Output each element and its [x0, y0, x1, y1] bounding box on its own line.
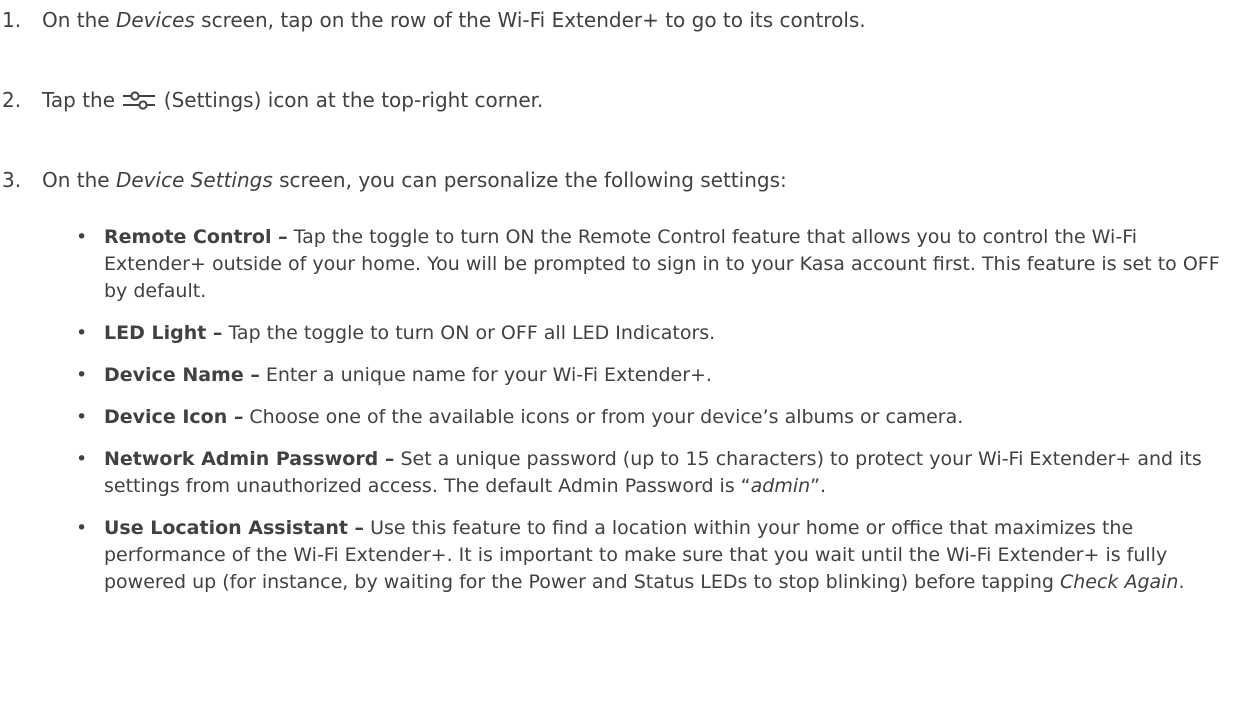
list-item-remote-control: • Remote Control – Tap the toggle to tur… [0, 224, 1233, 305]
list-item-network-admin-password: • Network Admin Password – Set a unique … [76, 448, 1202, 497]
step-number: 2. [2, 88, 22, 112]
devices-screen-name: Devices [115, 8, 195, 32]
list-item-led-light: • LED Light – Tap the toggle to turn ON … [0, 320, 1233, 347]
list-item-device-icon: • Device Icon – Choose one of the availa… [0, 404, 1233, 431]
list-item-device-name: • Device Name – Enter a unique name for … [0, 362, 1233, 389]
bullet-marker: • [76, 448, 88, 470]
bullet-marker: • [76, 517, 88, 539]
step-number: 3. [2, 168, 22, 192]
step-number: 1. [2, 8, 22, 32]
setting-description: Enter a unique name for your Wi-Fi Exten… [259, 364, 712, 386]
instructions-document: 1. On the Devices screen, tap on the row… [0, 0, 1233, 715]
device-settings-screen-name: Device Settings [115, 168, 273, 192]
bullet-marker: • [76, 322, 88, 344]
setting-title: Device Name – [104, 364, 260, 386]
default-password-value: admin [750, 475, 811, 497]
setting-description: Tap the toggle to turn ON or OFF all LED… [222, 322, 716, 344]
step-text: Tap the (Settings) icon at the top-right… [42, 88, 544, 112]
setting-title: Remote Control – [104, 226, 288, 248]
setting-description: Choose one of the available icons or fro… [243, 406, 964, 428]
step-text: On the Devices screen, tap on the row of… [42, 8, 866, 32]
bullet-marker: • [76, 406, 88, 428]
list-item-location-assistant: • Use Location Assistant – Use this feat… [76, 517, 1185, 593]
step-text: On the Device Settings screen, you can p… [42, 168, 787, 192]
settings-sliders-icon [122, 89, 156, 111]
settings-list: • Remote Control – Tap the toggle to tur… [0, 224, 1233, 611]
setting-title: LED Light – [104, 322, 223, 344]
setting-title: Use Location Assistant – [104, 517, 365, 539]
bullet-marker: • [76, 226, 88, 248]
setting-title: Device Icon – [104, 406, 244, 428]
setting-title: Network Admin Password – [104, 448, 395, 470]
bullet-marker: • [76, 364, 88, 386]
check-again-label: Check Again [1059, 571, 1179, 593]
